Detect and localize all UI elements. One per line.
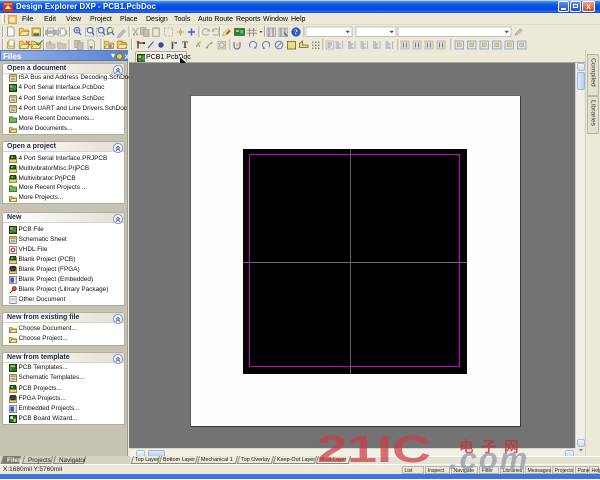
svg-text:T: T xyxy=(182,40,188,50)
svg-text:?: ? xyxy=(294,28,298,37)
svg-text:A: A xyxy=(196,43,200,49)
